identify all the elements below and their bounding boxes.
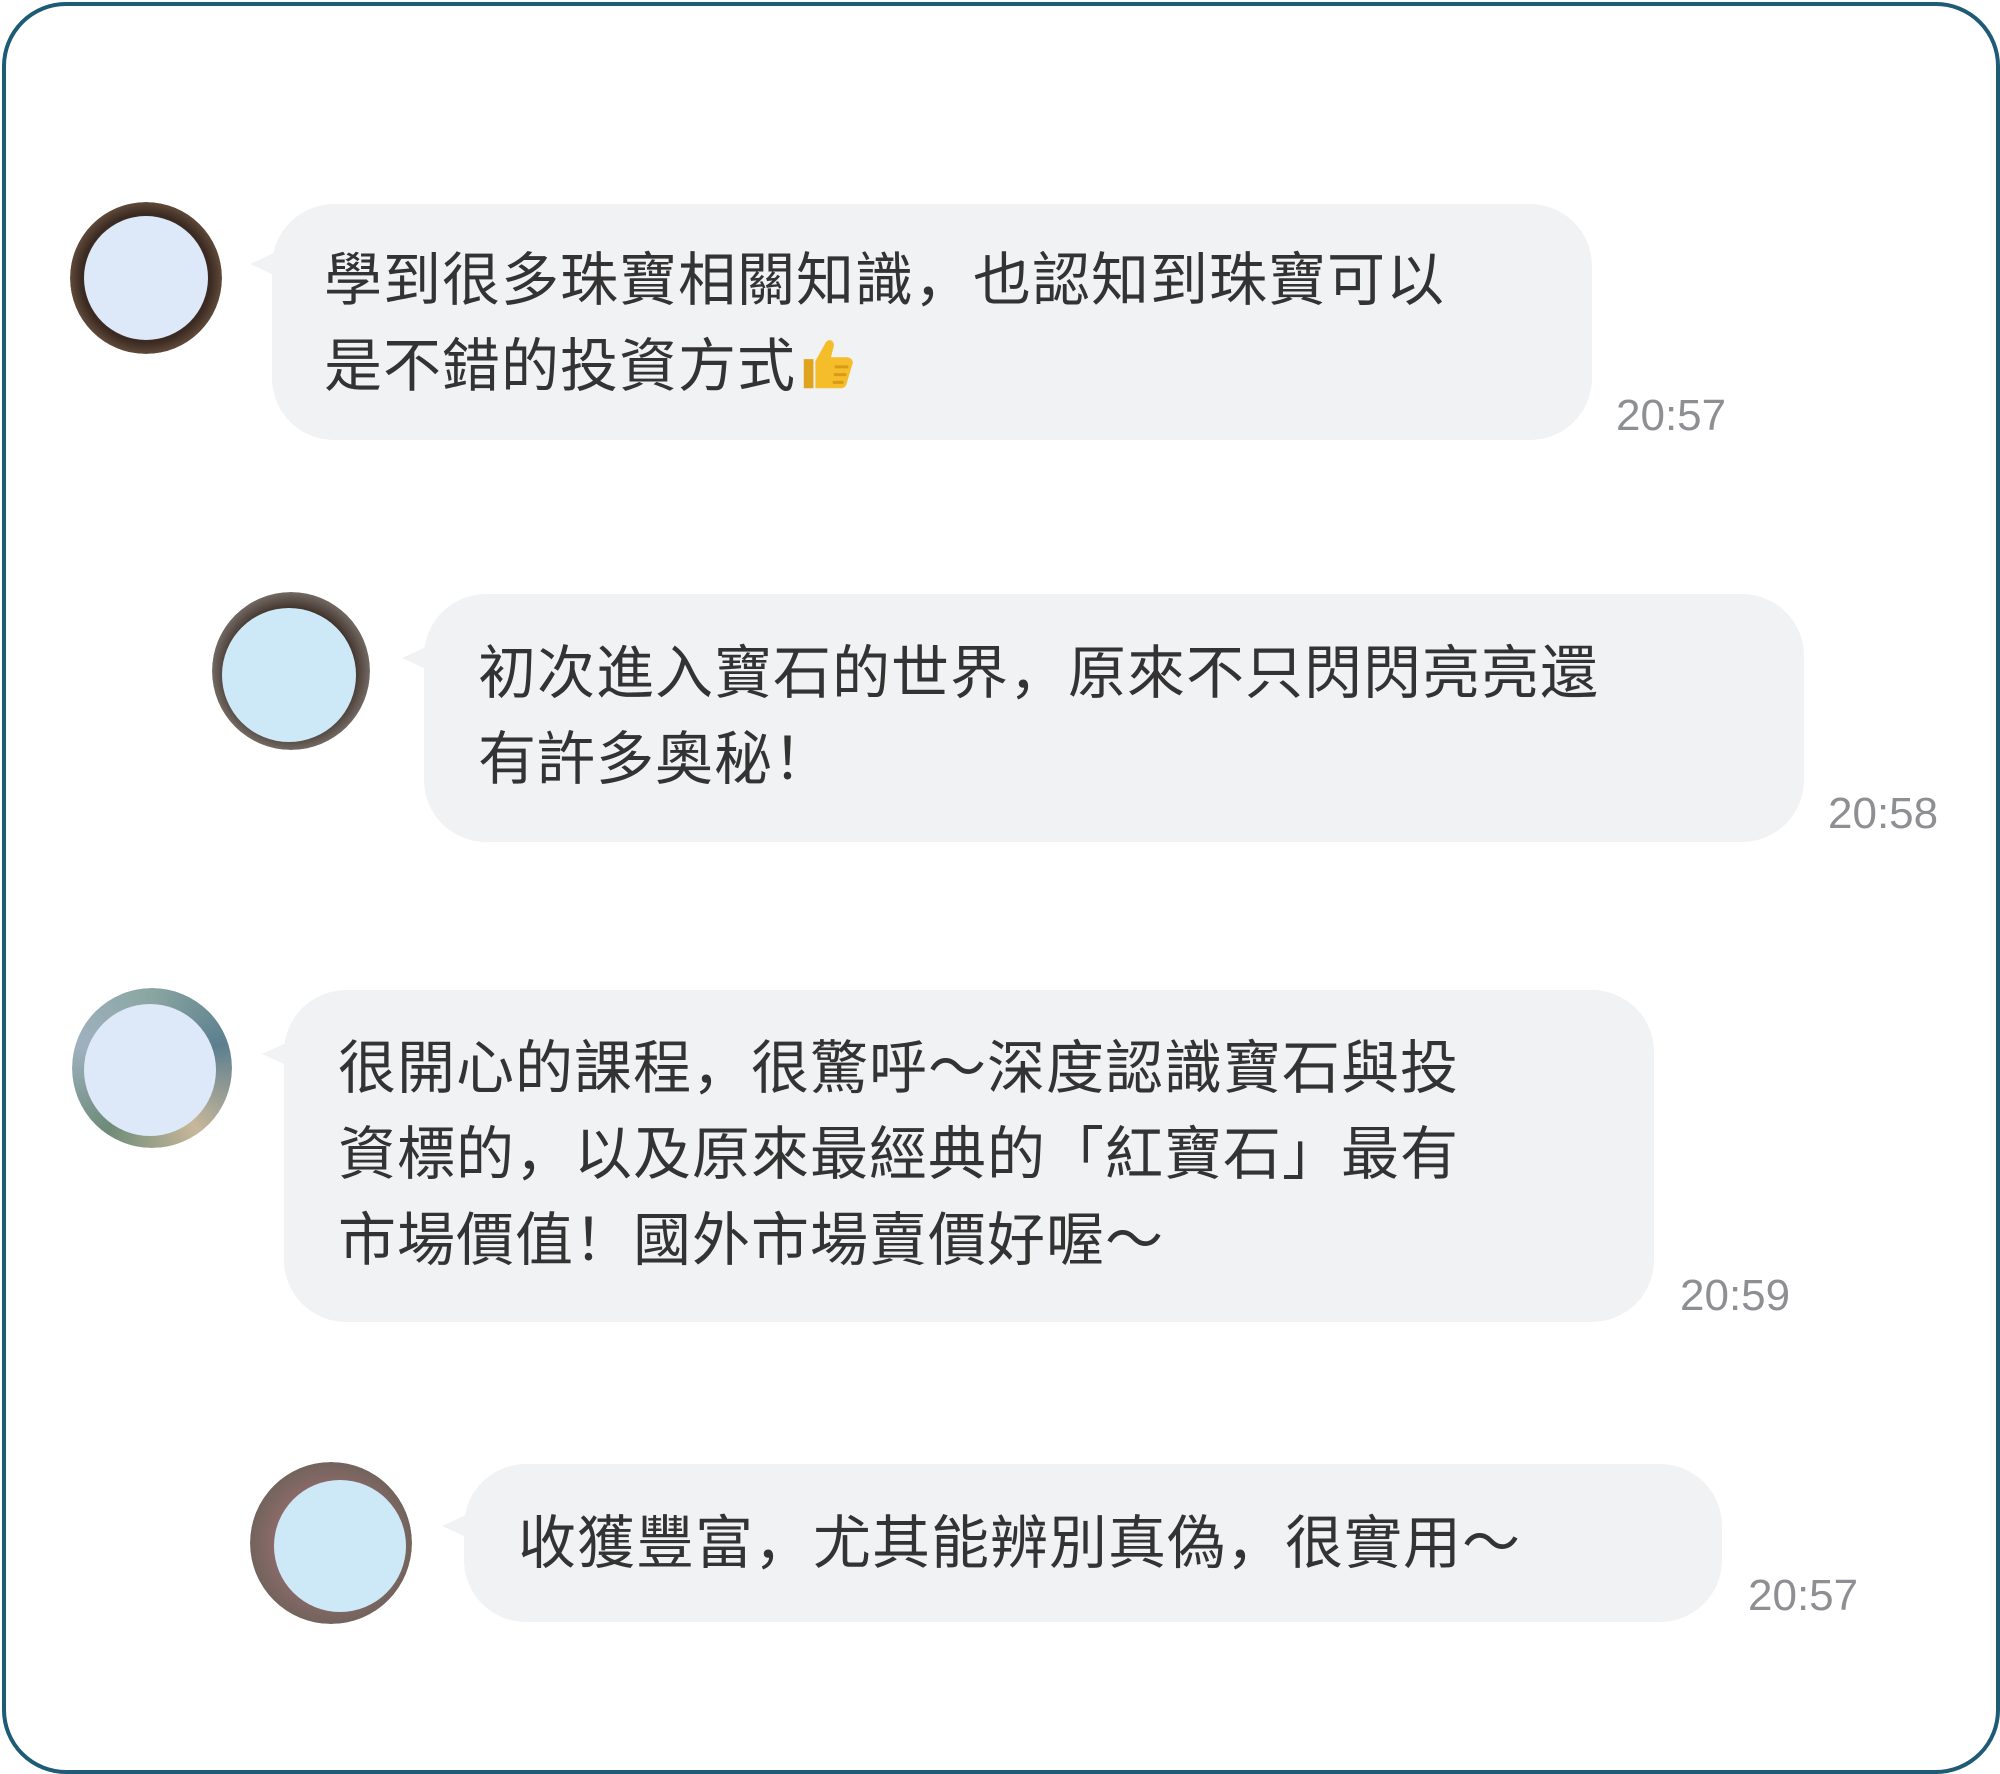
message-timestamp: 20:59: [1680, 1271, 1791, 1320]
message-timestamp: 20:57: [1748, 1571, 1859, 1620]
message-text: 初次進入寶石的世界，原來不只閃閃亮亮還 有許多奧秘！: [478, 639, 1600, 793]
thumbs-up-icon: [796, 331, 858, 417]
message-text: 收獲豐富，尤其能辨別真偽，很實用～: [518, 1509, 1522, 1577]
message-text: 學到很多珠寶相關知識，也認知到珠寶可以 是不錯的投資方式: [324, 237, 1574, 417]
avatar[interactable]: [212, 592, 370, 750]
avatar[interactable]: [250, 1462, 412, 1624]
message-timestamp: 20:58: [1828, 789, 1939, 838]
message-text: 很開心的課程，很驚呼～深度認識寶石與投 資標的，以及原來最經典的「紅寶石」最有 …: [338, 1034, 1460, 1274]
avatar[interactable]: [72, 988, 232, 1148]
testimonial-card: 學到很多珠寶相關知識，也認知到珠寶可以 是不錯的投資方式 20:57 初次進入寶…: [2, 2, 2000, 1774]
message-timestamp: 20:57: [1616, 391, 1727, 440]
avatar[interactable]: [70, 202, 222, 354]
